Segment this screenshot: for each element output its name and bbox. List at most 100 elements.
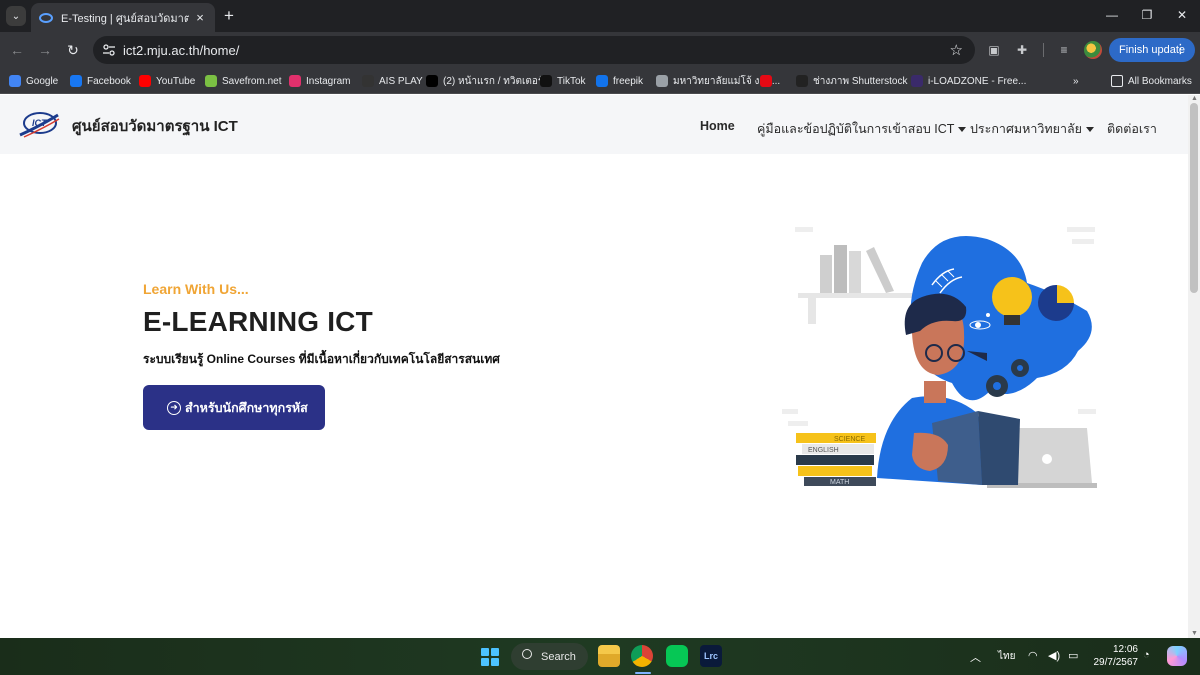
wifi-icon[interactable]: ◠	[1028, 649, 1038, 662]
site-info-icon[interactable]	[102, 43, 116, 57]
freepik-icon	[596, 75, 608, 87]
tab-close-icon[interactable]: ×	[193, 10, 207, 25]
file-explorer-icon[interactable]	[598, 645, 620, 667]
tab-search-button[interactable]: ⌄	[6, 6, 26, 26]
netflix-icon	[760, 75, 772, 87]
cast-icon[interactable]: ▣	[986, 42, 1002, 58]
line-app-icon[interactable]	[666, 645, 688, 667]
browser-tab-active[interactable]: E-Testing | ศูนย์สอบวัดมาตรฐาน IC ×	[31, 3, 215, 32]
bookmark-item[interactable]: YouTube	[139, 73, 195, 89]
tab-title: E-Testing | ศูนย์สอบวัดมาตรฐาน IC	[61, 12, 189, 25]
nav-announcements-dropdown[interactable]: ประกาศมหาวิทยาลัย	[970, 119, 1094, 139]
site-favicon-icon	[39, 12, 53, 23]
windows-taskbar: Search Lrc ︿ ไทย ◠ ◀) ▭ 12:06 29/7/2567 …	[0, 638, 1200, 675]
tiktok-icon	[540, 75, 552, 87]
bookmark-item[interactable]: i-LOADZONE - Free...	[911, 73, 1026, 89]
all-bookmarks-button[interactable]: All Bookmarks	[1111, 73, 1192, 89]
bookmark-label: freepik	[613, 75, 644, 87]
bookmark-label: AIS PLAY	[379, 75, 423, 87]
bookmark-item[interactable]: TikTok	[540, 73, 586, 89]
bookmark-label: i-LOADZONE - Free...	[928, 75, 1027, 87]
book-science-label: SCIENCE	[834, 436, 865, 443]
scrollbar-thumb[interactable]	[1190, 103, 1198, 293]
book-english-label: ENGLISH	[808, 447, 839, 454]
extensions-icon[interactable]: ✚	[1014, 42, 1030, 58]
bookmark-item[interactable]: (2) หน้าแรก / ทวิตเตอร์	[426, 73, 543, 89]
chrome-active-indicator	[635, 672, 651, 674]
ict-center-logo-icon[interactable]: ICT	[18, 109, 60, 139]
notification-bell-icon[interactable]: ◔	[1143, 649, 1150, 661]
site-brand-title[interactable]: ศูนย์สอบวัดมาตรฐาน ICT	[72, 114, 238, 138]
scroll-down-icon[interactable]: ▼	[1191, 630, 1198, 637]
google-icon	[9, 75, 21, 87]
bookmark-label: ช่างภาพ Shutterstock	[813, 75, 908, 87]
instagram-icon	[289, 75, 301, 87]
bookmark-item[interactable]: Google	[9, 73, 58, 89]
bookmark-label: Savefrom.net	[222, 75, 282, 87]
minimize-icon[interactable]: —	[1104, 8, 1120, 22]
bookmarks-overflow-icon[interactable]: »	[1073, 73, 1079, 89]
reload-icon[interactable]: ↻	[64, 41, 82, 59]
globe-icon	[656, 75, 668, 87]
bookmark-label: Google	[26, 75, 59, 87]
bookmark-item[interactable]	[760, 73, 777, 89]
bookmark-item[interactable]: Savefrom.net	[205, 73, 281, 89]
bookmark-item[interactable]: freepik	[596, 73, 643, 89]
student-access-button[interactable]: ➜ สำหรับนักศึกษาทุกรหัส	[143, 385, 325, 430]
ais-play-icon	[362, 75, 374, 87]
chrome-icon[interactable]	[631, 645, 653, 667]
taskbar-search[interactable]: Search	[511, 643, 588, 670]
facebook-icon	[70, 75, 82, 87]
x-icon	[426, 75, 438, 87]
page-scrollbar[interactable]: ▲ ▼	[1188, 95, 1200, 638]
web-page: ICT ศูนย์สอบวัดมาตรฐาน ICT Home คู่มือแล…	[0, 95, 1188, 638]
forward-arrow-icon[interactable]: →	[36, 41, 54, 59]
windows-start-icon[interactable]	[481, 648, 499, 666]
finish-update-button[interactable]: Finish update ⋮	[1109, 38, 1195, 62]
bookmark-label: Instagram	[306, 75, 351, 87]
profile-avatar-icon[interactable]	[1084, 41, 1102, 59]
book-math-label: MATH	[830, 479, 849, 486]
bookmark-item[interactable]: ช่างภาพ Shutterstock	[796, 73, 907, 89]
bookmark-item[interactable]: Facebook	[70, 73, 131, 89]
new-tab-button[interactable]: +	[220, 6, 238, 26]
bookmarks-bar: » All Bookmarks Google Facebook YouTube Sav…	[0, 68, 1200, 94]
hero-title: E-LEARNING ICT	[143, 306, 373, 337]
nav-home-label: Home	[700, 119, 735, 133]
clock-time: 12:06	[1112, 644, 1138, 655]
nav-exam-guide-dropdown[interactable]: คู่มือและข้อปฏิบัติในการเข้าสอบ ICT	[757, 119, 967, 139]
hero-tagline: Learn With Us...	[143, 281, 249, 297]
more-menu-icon[interactable]: ⋮	[1174, 41, 1187, 57]
nav-contact[interactable]: ติดต่อเรา	[1107, 119, 1157, 139]
bookmark-label: Facebook	[87, 75, 131, 87]
hero-subtitle: ระบบเรียนรู้ Online Courses ที่มีเนื้อหา…	[143, 352, 500, 366]
folder-icon	[1111, 75, 1123, 87]
bookmark-star-icon[interactable]: ☆	[950, 41, 963, 59]
battery-icon[interactable]: ▭	[1068, 649, 1078, 662]
close-window-icon[interactable]: ✕	[1174, 8, 1190, 22]
browser-toolbar: ← → ↻ ict2.mju.ac.th/home/ ☆ ▣ ✚ ≡ Finis…	[0, 32, 1200, 68]
address-bar[interactable]: ict2.mju.ac.th/home/ ☆	[93, 36, 975, 64]
student-reading-illustration: SCIENCE ENGLISH MATH	[782, 227, 1097, 488]
bookmark-label: YouTube	[156, 75, 196, 87]
browser-tab-strip: ⌄ E-Testing | ศูนย์สอบวัดมาตรฐาน IC × + …	[0, 0, 1200, 32]
taskbar-clock[interactable]: 12:06 29/7/2567	[1090, 643, 1139, 669]
site-navbar: ICT ศูนย์สอบวัดมาตรฐาน ICT Home คู่มือแล…	[0, 95, 1188, 154]
bookmark-item[interactable]: AIS PLAY	[362, 73, 423, 89]
back-arrow-icon[interactable]: ←	[8, 41, 26, 59]
input-language[interactable]: ไทย	[998, 649, 1015, 664]
youtube-icon	[139, 75, 151, 87]
tray-chevron-up-icon[interactable]: ︿	[970, 649, 981, 665]
nav-exam-guide-label: คู่มือและข้อปฏิบัติในการเข้าสอบ ICT	[757, 122, 955, 136]
download-arrow-icon	[205, 75, 217, 87]
copilot-icon[interactable]	[1167, 646, 1187, 666]
lightroom-classic-icon[interactable]: Lrc	[700, 645, 722, 667]
restore-icon[interactable]: ❐	[1139, 8, 1155, 22]
scroll-up-icon[interactable]: ▲	[1191, 95, 1198, 102]
media-control-icon[interactable]: ≡	[1056, 42, 1072, 58]
nav-announcements-label: ประกาศมหาวิทยาลัย	[970, 122, 1082, 136]
bookmark-item[interactable]: Instagram	[289, 73, 350, 89]
nav-home[interactable]: Home	[700, 119, 735, 133]
bookmark-label: (2) หน้าแรก / ทวิตเตอร์	[443, 75, 544, 87]
volume-icon[interactable]: ◀)	[1048, 649, 1060, 662]
